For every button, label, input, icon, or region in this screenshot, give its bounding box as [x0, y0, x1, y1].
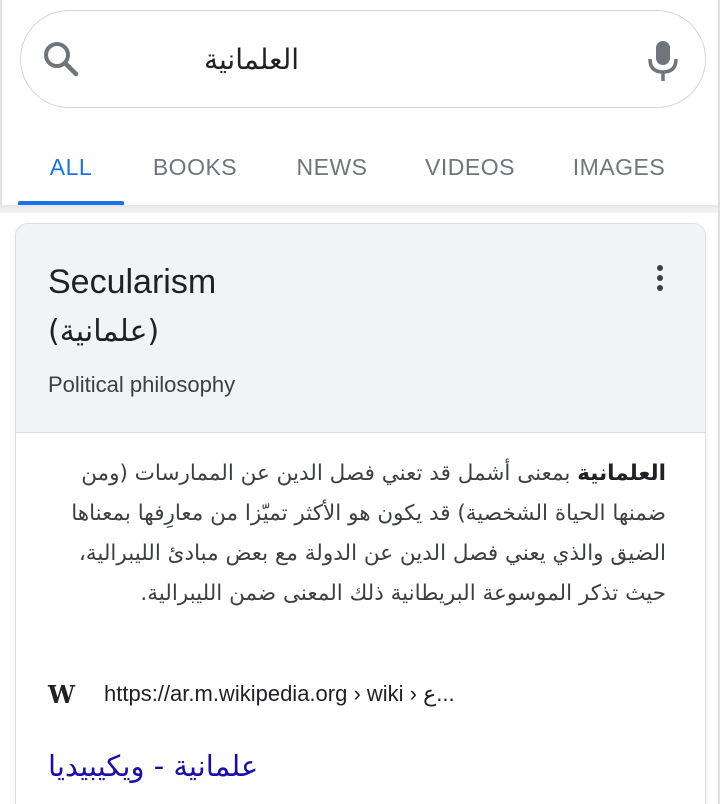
more-vert-icon[interactable] — [648, 262, 672, 294]
search-input[interactable]: العلمانية — [119, 39, 299, 81]
panel-description: العلمانية بمعنى أشمل قد تعني فصل الدين ع… — [48, 454, 666, 614]
knowledge-panel: Secularism (علمانية) Political philosoph… — [16, 224, 705, 804]
search-box[interactable]: العلمانية — [20, 10, 706, 108]
search-results-page: العلمانية ALL BOOKS NEWS VIDEOS IMAGES S… — [0, 0, 720, 804]
wikipedia-icon: W — [48, 680, 75, 709]
tab-videos[interactable]: VIDEOS — [412, 140, 528, 204]
search-icon[interactable] — [41, 39, 81, 79]
tab-books[interactable]: BOOKS — [140, 140, 250, 204]
search-tabs: ALL BOOKS NEWS VIDEOS IMAGES — [2, 140, 720, 204]
panel-title: Secularism — [48, 263, 217, 301]
tab-images[interactable]: IMAGES — [562, 140, 676, 204]
source-url[interactable]: https://ar.m.wikipedia.org › wiki › ع... — [104, 678, 455, 710]
wikipedia-link[interactable]: علمانية - ويكيبيديا — [48, 744, 258, 788]
source-row[interactable]: W https://ar.m.wikipedia.org › wiki › ع.… — [48, 676, 648, 712]
header-shadow — [0, 205, 720, 213]
panel-subtitle: Political philosophy — [48, 372, 236, 397]
top-bar: العلمانية ALL BOOKS NEWS VIDEOS IMAGES — [0, 0, 720, 205]
tab-news[interactable]: NEWS — [282, 140, 382, 204]
description-keyword: العلمانية — [577, 461, 666, 486]
tab-all[interactable]: ALL — [18, 140, 124, 204]
microphone-icon[interactable] — [645, 39, 681, 83]
panel-alt-title: (علمانية) — [48, 314, 160, 349]
knowledge-panel-header: Secularism (علمانية) Political philosoph… — [16, 224, 705, 433]
